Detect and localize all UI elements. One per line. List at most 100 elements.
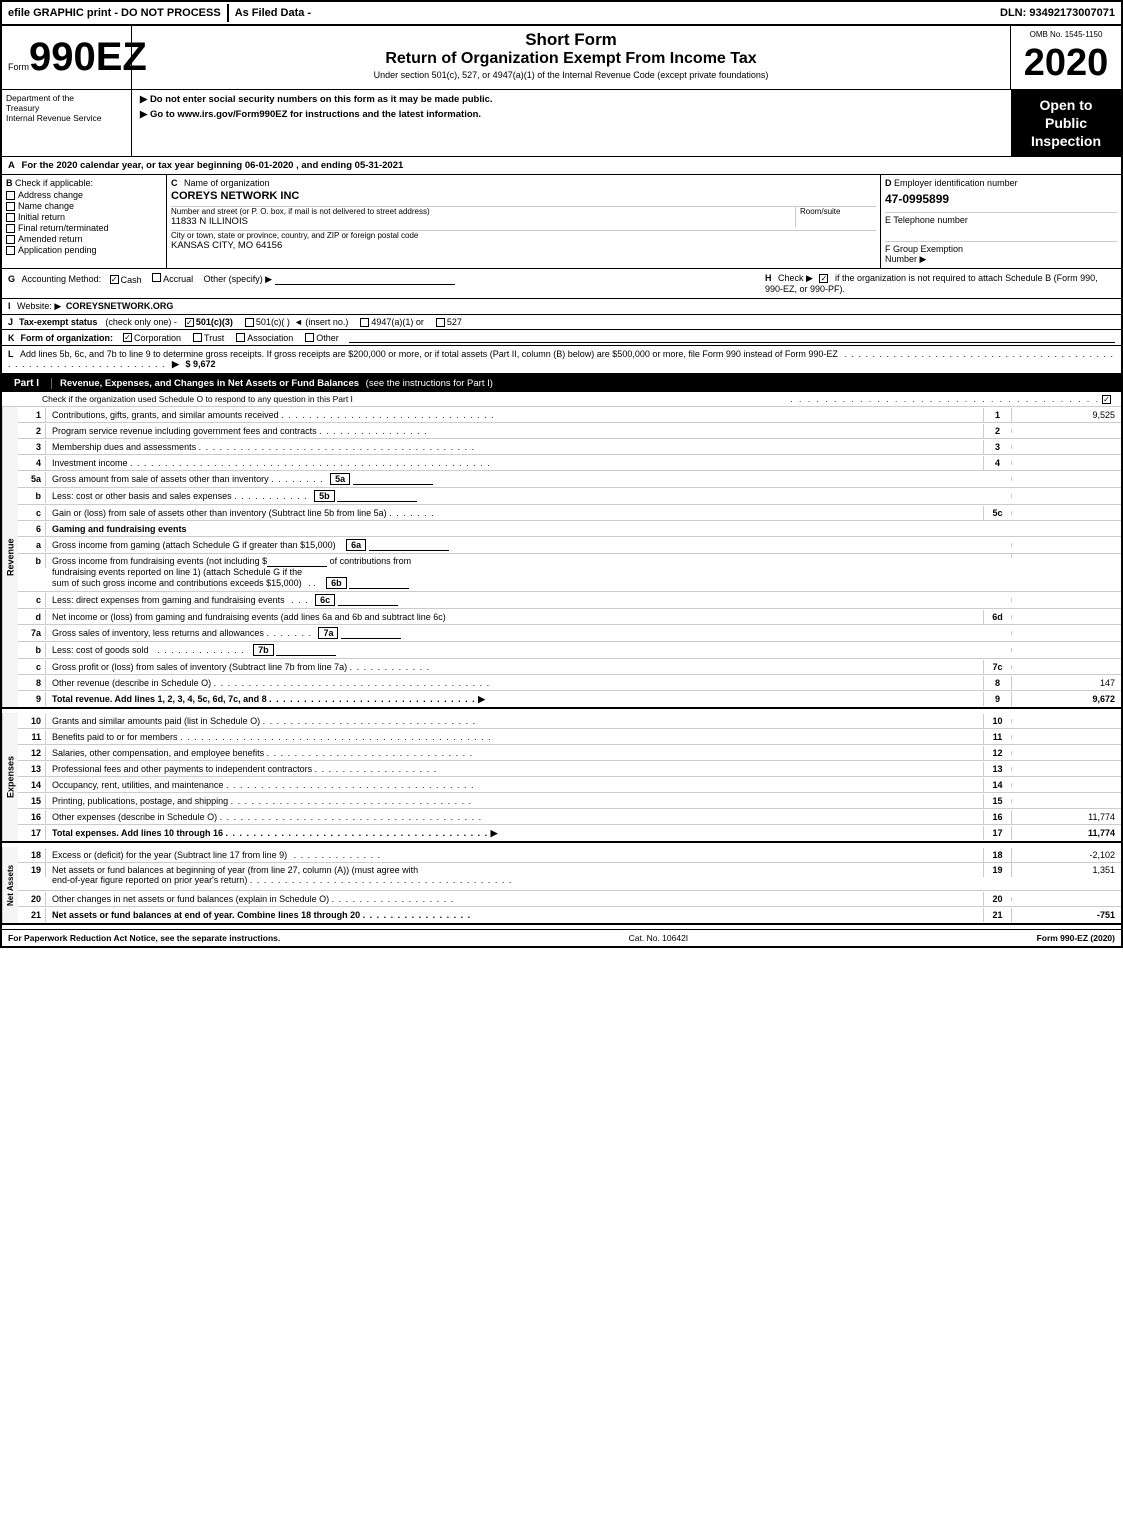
form-number: 990EZ bbox=[29, 35, 147, 79]
part-i-see-instructions: (see the instructions for Part I) bbox=[366, 378, 493, 389]
net-assets-label: Net Assets bbox=[2, 847, 18, 923]
room-suite-label: Room/suite bbox=[800, 207, 876, 216]
form-org-label: K bbox=[8, 333, 15, 343]
row-6a: a Gross income from gaming (attach Sched… bbox=[18, 537, 1121, 554]
checkbox-cash[interactable]: ✓ Cash bbox=[110, 275, 142, 285]
checkbox-501c3[interactable]: ✓ 501(c)(3) bbox=[185, 317, 233, 327]
open-inspection-label: Open to Public Inspection bbox=[1031, 96, 1101, 151]
row-16: 16 Other expenses (describe in Schedule … bbox=[18, 809, 1121, 825]
tax-status-label: J bbox=[8, 317, 13, 327]
row-7a: 7a Gross sales of inventory, less return… bbox=[18, 625, 1121, 642]
group-exemption-label: F Group Exemption bbox=[885, 244, 963, 254]
revenue-label: Revenue bbox=[2, 407, 18, 707]
website-label: I bbox=[8, 301, 11, 311]
schedule-o-text: Check if the organization used Schedule … bbox=[2, 394, 353, 404]
checkbox-corporation[interactable]: ✓ Corporation bbox=[123, 333, 181, 343]
row-11: 11 Benefits paid to or for members . . .… bbox=[18, 729, 1121, 745]
as-filed-label: As Filed Data - bbox=[235, 7, 311, 19]
checkbox-association[interactable]: Association bbox=[236, 333, 293, 343]
dept-line3: Internal Revenue Service bbox=[6, 113, 127, 123]
row-6b: b Gross income from fundraising events (… bbox=[18, 554, 1121, 592]
checkbox-accrual[interactable]: Accrual bbox=[152, 274, 196, 284]
section-h-text: Check ▶ bbox=[778, 273, 813, 283]
tax-status-text: Tax-exempt status bbox=[19, 317, 97, 327]
dln-label: DLN: 93492173007071 bbox=[1000, 7, 1115, 19]
row-2: 2 Program service revenue including gove… bbox=[18, 423, 1121, 439]
gross-receipts-text: Add lines 5b, 6c, and 7b to line 9 to de… bbox=[20, 349, 838, 359]
cat-no: Cat. No. 10642I bbox=[629, 933, 689, 943]
form-org-text: Form of organization: bbox=[21, 333, 114, 343]
tax-year: 2020 bbox=[1015, 43, 1117, 85]
return-title: Return of Organization Exempt From Incom… bbox=[140, 50, 1002, 68]
tax-status-note: (check only one) - bbox=[105, 317, 177, 327]
row-6c: c Less: direct expenses from gaming and … bbox=[18, 592, 1121, 609]
checkbox-527[interactable]: 527 bbox=[436, 317, 462, 327]
row-17: 17 Total expenses. Add lines 10 through … bbox=[18, 825, 1121, 841]
checkbox-4947[interactable]: 4947(a)(1) or bbox=[360, 317, 424, 327]
short-form-title: Short Form bbox=[140, 30, 1002, 50]
gross-receipts-arrow: ▶ bbox=[172, 359, 179, 369]
city-value: KANSAS CITY, MO 64156 bbox=[171, 240, 876, 251]
checkbox-application-pending[interactable]: Application pending bbox=[6, 245, 162, 255]
checkbox-final-return[interactable]: Final return/terminated bbox=[6, 223, 162, 233]
phone-label: E Telephone number bbox=[885, 215, 968, 225]
ein-label: Employer identification number bbox=[894, 178, 1018, 188]
section-h-desc: if the organization is not required to a… bbox=[765, 273, 1098, 294]
paperwork-text: For Paperwork Reduction Act Notice, see … bbox=[8, 933, 280, 943]
row-7b: b Less: cost of goods sold . . . . . . .… bbox=[18, 642, 1121, 659]
row-21: 21 Net assets or fund balances at end of… bbox=[18, 907, 1121, 923]
instruction1: ▶ Do not enter social security numbers o… bbox=[140, 94, 1003, 105]
checkbox-trust[interactable]: Trust bbox=[193, 333, 224, 343]
omb-number: OMB No. 1545-1150 bbox=[1015, 30, 1117, 39]
row-10: 10 Grants and similar amounts paid (list… bbox=[18, 713, 1121, 729]
room-suite-value bbox=[800, 216, 876, 227]
row-20: 20 Other changes in net assets or fund b… bbox=[18, 891, 1121, 907]
ein-value: 47-0995899 bbox=[885, 192, 1117, 206]
row-1: 1 Contributions, gifts, grants, and simi… bbox=[18, 407, 1121, 423]
instruction2: ▶ Go to www.irs.gov/Form990EZ for instru… bbox=[140, 109, 1003, 120]
form-ref: Form 990-EZ (2020) bbox=[1037, 933, 1115, 943]
checkbox-name-change[interactable]: Name change bbox=[6, 201, 162, 211]
expenses-label: Expenses bbox=[2, 713, 18, 841]
row-18: 18 Excess or (deficit) for the year (Sub… bbox=[18, 847, 1121, 863]
row-15: 15 Printing, publications, postage, and … bbox=[18, 793, 1121, 809]
other-method: Other (specify) ▶ bbox=[204, 274, 272, 284]
part-i-label: Part I bbox=[2, 378, 52, 389]
org-name-label: Name of organization bbox=[184, 178, 270, 188]
row-6d: d Net income or (loss) from gaming and f… bbox=[18, 609, 1121, 625]
gross-receipts-label: L bbox=[8, 349, 14, 359]
row-13: 13 Professional fees and other payments … bbox=[18, 761, 1121, 777]
insert-no: ◄ (insert no.) bbox=[294, 317, 348, 327]
checkbox-501c-other[interactable]: 501(c)( ) bbox=[245, 317, 290, 327]
form-prefix-label: Form bbox=[8, 62, 29, 72]
row-9: 9 Total revenue. Add lines 1, 2, 3, 4, 5… bbox=[18, 691, 1121, 707]
section-a-text: For the 2020 calendar year, or tax year … bbox=[22, 160, 404, 171]
checkbox-other-org[interactable]: Other bbox=[305, 333, 339, 343]
row-5b: b Less: cost or other basis and sales ex… bbox=[18, 488, 1121, 505]
dept-line1: Department of the bbox=[6, 93, 127, 103]
checkbox-initial-return[interactable]: Initial return bbox=[6, 212, 162, 222]
row-6: 6 Gaming and fundraising events bbox=[18, 521, 1121, 537]
checkbox-address-change[interactable]: Address change bbox=[6, 190, 162, 200]
row-14: 14 Occupancy, rent, utilities, and maint… bbox=[18, 777, 1121, 793]
city-label: City or town, state or province, country… bbox=[171, 231, 876, 240]
accounting-method-label: Accounting Method: bbox=[22, 274, 102, 284]
row-4: 4 Investment income . . . . . . . . . . … bbox=[18, 455, 1121, 471]
row-3: 3 Membership dues and assessments . . . … bbox=[18, 439, 1121, 455]
website-text: Website: ▶ bbox=[17, 301, 61, 311]
part-i-title: Revenue, Expenses, and Changes in Net As… bbox=[60, 378, 359, 389]
efile-label: efile GRAPHIC print - DO NOT PROCESS bbox=[8, 7, 221, 19]
row-5a: 5a Gross amount from sale of assets othe… bbox=[18, 471, 1121, 488]
address-label: Number and street (or P. O. box, if mail… bbox=[171, 207, 791, 216]
section-a-label: A bbox=[8, 160, 15, 171]
group-exemption-sublabel: Number bbox=[885, 254, 917, 264]
org-name: COREYS NETWORK INC bbox=[171, 190, 876, 202]
row-5c: c Gain or (loss) from sale of assets oth… bbox=[18, 505, 1121, 521]
address-value: 11833 N ILLINOIS bbox=[171, 216, 791, 227]
checkbox-schedule-o[interactable]: . . . . . . . . . . . . . . . . . . . . … bbox=[790, 394, 1111, 404]
row-8: 8 Other revenue (describe in Schedule O)… bbox=[18, 675, 1121, 691]
row-7c: c Gross profit or (loss) from sales of i… bbox=[18, 659, 1121, 675]
section-c-label: C bbox=[171, 178, 178, 188]
checkbox-amended-return[interactable]: Amended return bbox=[6, 234, 162, 244]
website-url: COREYSNETWORK.ORG bbox=[66, 301, 174, 311]
